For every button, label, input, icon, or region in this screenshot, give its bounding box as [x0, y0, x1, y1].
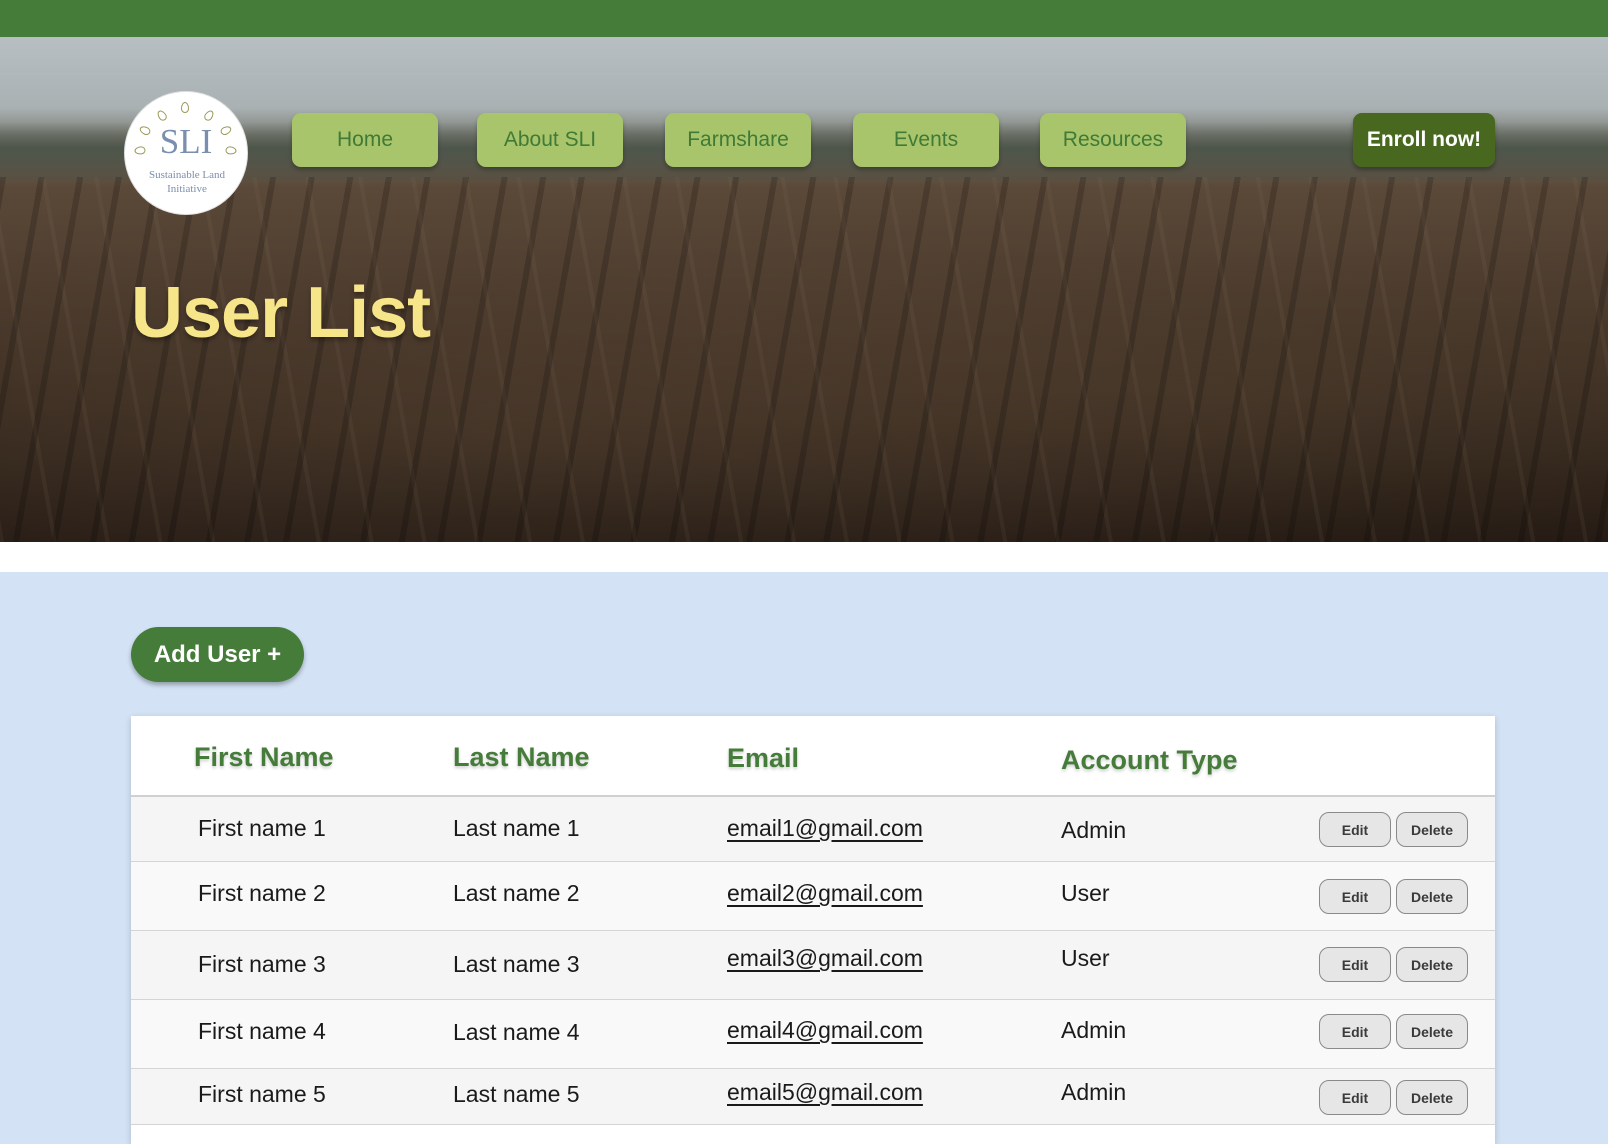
seed-icon: [202, 108, 216, 123]
top-bar: [0, 0, 1608, 37]
cell-last-name: Last name 4: [453, 1019, 580, 1045]
cell-last-name: Last name 2: [453, 880, 580, 906]
column-header-last-name: Last Name: [453, 742, 590, 772]
cell-email-link[interactable]: email3@gmail.com: [727, 945, 923, 972]
edit-button[interactable]: Edit: [1319, 1080, 1391, 1115]
table-row: First name 2 Last name 2 email2@gmail.co…: [131, 862, 1495, 931]
delete-button[interactable]: Delete: [1396, 1014, 1468, 1049]
logo[interactable]: SLI Sustainable Land Initiative: [124, 91, 248, 215]
delete-button[interactable]: Delete: [1396, 879, 1468, 914]
cell-account-type: Admin: [1061, 1079, 1127, 1105]
cell-email-link[interactable]: email1@gmail.com: [727, 815, 923, 842]
logo-subtitle: Sustainable Land Initiative: [148, 169, 226, 195]
enroll-button[interactable]: Enroll now!: [1353, 113, 1495, 167]
column-header-first-name: First Name: [194, 742, 334, 772]
edit-button[interactable]: Edit: [1319, 947, 1391, 982]
nav-about-button[interactable]: About SLI: [477, 113, 623, 167]
column-header-email: Email: [727, 743, 800, 773]
nav-home-button[interactable]: Home: [292, 113, 438, 167]
table-row: First name 1 Last name 1 email1@gmail.co…: [131, 797, 1495, 862]
cell-first-name: First name 1: [198, 815, 326, 841]
nav-events-button[interactable]: Events: [853, 113, 999, 167]
table-header: First Name Last Name Email Account Type: [131, 716, 1495, 797]
cell-account-type: Admin: [1061, 1017, 1127, 1043]
cell-last-name: Last name 5: [453, 1081, 580, 1107]
table-row: First name 4 Last name 4 email4@gmail.co…: [131, 1000, 1495, 1069]
seed-icon: [155, 108, 169, 123]
cell-email-link[interactable]: email4@gmail.com: [727, 1017, 923, 1044]
delete-button[interactable]: Delete: [1396, 947, 1468, 982]
cell-first-name: First name 3: [198, 951, 326, 977]
column-header-account-type: Account Type: [1061, 745, 1238, 775]
nav-resources-button[interactable]: Resources: [1040, 113, 1186, 167]
delete-button[interactable]: Delete: [1396, 812, 1468, 847]
cell-last-name: Last name 1: [453, 815, 580, 841]
page-title: User List: [131, 273, 431, 353]
cell-account-type: User: [1061, 880, 1110, 906]
cell-last-name: Last name 3: [453, 951, 580, 977]
add-user-button[interactable]: Add User +: [131, 627, 304, 682]
table-row: First name 3 Last name 3 email3@gmail.co…: [131, 931, 1495, 1000]
cell-first-name: First name 4: [198, 1018, 326, 1044]
delete-button[interactable]: Delete: [1396, 1080, 1468, 1115]
edit-button[interactable]: Edit: [1319, 1014, 1391, 1049]
cell-account-type: User: [1061, 945, 1110, 971]
nav-farmshare-button[interactable]: Farmshare: [665, 113, 811, 167]
cell-account-type: Admin: [1061, 817, 1127, 843]
cell-email-link[interactable]: email5@gmail.com: [727, 1079, 923, 1106]
cell-first-name: First name 2: [198, 880, 326, 906]
cell-email-link[interactable]: email2@gmail.com: [727, 880, 923, 907]
table-row: First name 5 Last name 5 email5@gmail.co…: [131, 1069, 1495, 1125]
edit-button[interactable]: Edit: [1319, 879, 1391, 914]
seed-icon: [181, 102, 189, 113]
cell-first-name: First name 5: [198, 1081, 326, 1107]
logo-mark: SLI: [159, 122, 213, 161]
edit-button[interactable]: Edit: [1319, 812, 1391, 847]
user-table: First Name Last Name Email Account Type …: [131, 716, 1495, 1144]
divider-strip: [0, 542, 1608, 572]
